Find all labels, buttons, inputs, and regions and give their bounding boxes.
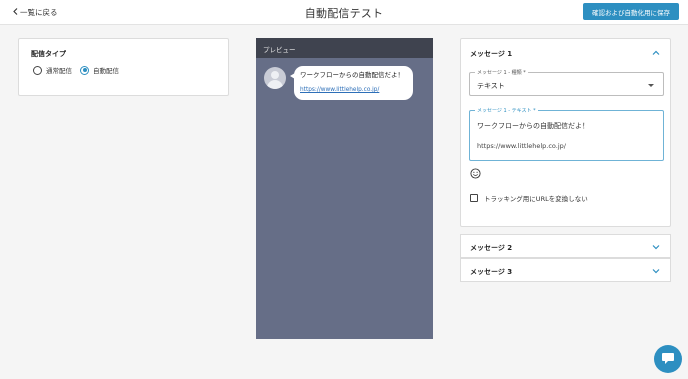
radio-label-normal: 通常配信: [46, 67, 72, 75]
avatar: [264, 67, 286, 89]
radio-button-checked[interactable]: [80, 65, 89, 75]
chevron-down-icon[interactable]: [652, 243, 660, 251]
chat-widget-button[interactable]: [654, 345, 682, 373]
chevron-up-icon[interactable]: [652, 49, 660, 57]
message-type-value: テキスト: [477, 82, 505, 90]
message-text-field[interactable]: メッセージ 1 - テキスト * ワークフローからの自動配信だよ！ https:…: [469, 107, 664, 161]
message-text-line-2: https://www.littlehelp.co.jp/: [477, 142, 566, 150]
top-bar: 一覧に戻る 自動配信テスト 確認および自動化用に保存: [0, 0, 688, 25]
tracking-url-option[interactable]: トラッキング用にURLを変換しない: [470, 193, 588, 203]
chevron-down-icon[interactable]: [652, 267, 660, 275]
save-button[interactable]: 確認および自動化用に保存: [583, 3, 679, 20]
smiley-icon[interactable]: [470, 164, 481, 179]
bubble-link[interactable]: https://www.littlehelp.co.jp/: [300, 87, 407, 93]
message-1-card: メッセージ 1 メッセージ 1 - 種類 * テキスト メッセージ 1 - テキ…: [460, 38, 671, 227]
tracking-url-label: トラッキング用にURLを変換しない: [484, 195, 588, 203]
radio-button-unchecked[interactable]: [33, 65, 42, 75]
message-2-card[interactable]: メッセージ 2: [460, 234, 671, 258]
delivery-type-options: 通常配信 自動配信: [33, 65, 119, 75]
delivery-type-card: 配信タイプ 通常配信 自動配信: [18, 38, 229, 96]
radio-auto-delivery[interactable]: 自動配信: [80, 65, 119, 75]
bubble-text: ワークフローからの自動配信だよ！: [300, 71, 404, 79]
preview-panel: プレビュー ワークフローからの自動配信だよ！ https://www.littl…: [256, 38, 433, 339]
message-1-title: メッセージ 1: [470, 50, 513, 58]
avatar-body-shape: [267, 80, 283, 89]
message-bubble: ワークフローからの自動配信だよ！ https://www.littlehelp.…: [290, 66, 413, 100]
message-text-label: メッセージ 1 - テキスト *: [475, 107, 538, 114]
chat-bubble-icon: [661, 350, 675, 369]
tracking-url-checkbox[interactable]: [470, 194, 478, 202]
delivery-type-label: 配信タイプ: [31, 50, 66, 58]
message-3-card[interactable]: メッセージ 3: [460, 258, 671, 282]
message-2-title: メッセージ 2: [470, 244, 513, 252]
avatar-head-shape: [271, 71, 279, 79]
radio-normal-delivery[interactable]: 通常配信: [33, 65, 72, 75]
radio-label-auto: 自動配信: [93, 67, 119, 75]
preview-title: プレビュー: [256, 38, 433, 58]
message-text-line-1: ワークフローからの自動配信だよ！: [477, 122, 589, 130]
message-type-select[interactable]: メッセージ 1 - 種類 * テキスト: [469, 69, 664, 96]
dropdown-caret-icon: [648, 84, 654, 87]
message-3-title: メッセージ 3: [470, 268, 513, 276]
message-type-label: メッセージ 1 - 種類 *: [475, 69, 528, 76]
